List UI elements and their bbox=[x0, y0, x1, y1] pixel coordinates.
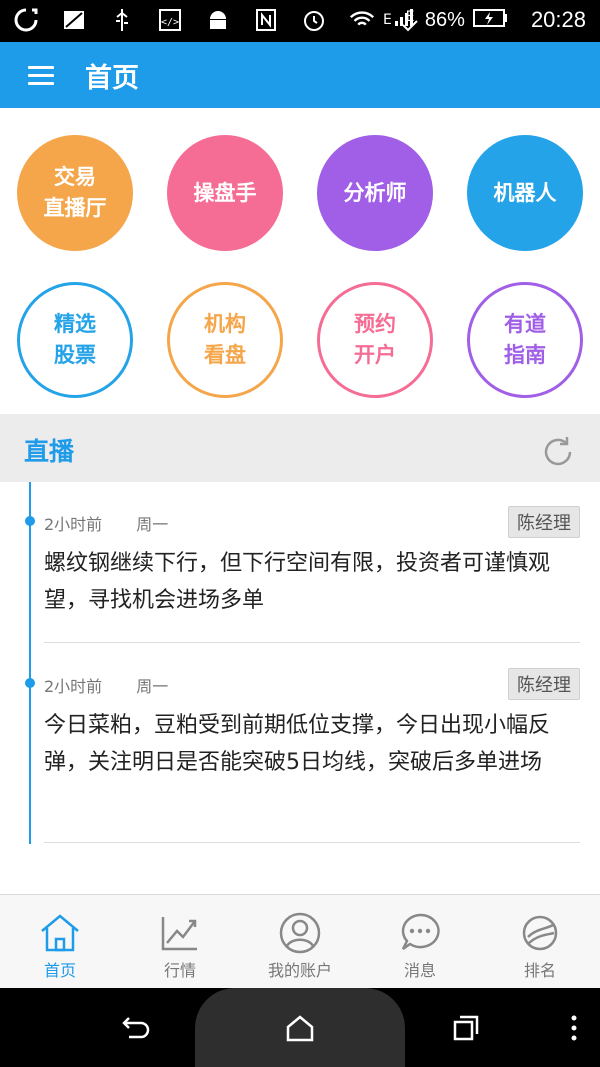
grid-item-label: 操盘手 bbox=[193, 180, 257, 205]
back-button[interactable] bbox=[112, 1006, 156, 1050]
menu-icon-line bbox=[28, 74, 54, 77]
live-section-title: 直播 bbox=[24, 437, 75, 466]
menu-button[interactable] bbox=[24, 60, 58, 90]
status-bar: </> E E 86% 20:28 bbox=[0, 0, 600, 42]
grid-item-label: 交易 直播厅 bbox=[43, 165, 107, 220]
timeline-dot bbox=[25, 678, 35, 688]
nfc-icon bbox=[252, 6, 280, 34]
grid-item-label: 预约 开户 bbox=[354, 312, 396, 367]
menu-icon-line bbox=[28, 82, 54, 85]
grid-item-selected-stocks[interactable]: 精选 股票 bbox=[17, 282, 133, 398]
nav-account[interactable]: 我的账户 bbox=[240, 895, 360, 988]
nav-market[interactable]: 行情 bbox=[120, 895, 240, 988]
wifi-icon bbox=[348, 6, 376, 34]
post-content: 今日菜粕，豆粕受到前期低位支撑，今日出现小幅反弹，关注明日是否能突破5日均线，突… bbox=[44, 713, 551, 775]
post-content: 螺纹钢继续下行，但下行空间有限，投资者可谨慎观望，寻找机会进场多单 bbox=[44, 551, 551, 613]
feature-grid: 交易 直播厅 操盘手 分析师 机器人 精选 股票 机构 看盘 预约 开户 有道 指南 bbox=[0, 108, 600, 414]
status-icons-right: E 86% 20:28 bbox=[383, 6, 586, 34]
divider bbox=[44, 642, 580, 643]
menu-icon-line bbox=[28, 66, 54, 69]
author-badge: 陈经理 bbox=[508, 668, 580, 700]
post-meta: 2小时前 周一 bbox=[44, 673, 168, 697]
grid-item-trader[interactable]: 操盘手 bbox=[167, 135, 283, 251]
grid-item-label: 分析师 bbox=[343, 180, 407, 205]
more-options-button[interactable] bbox=[552, 1006, 596, 1050]
list-item[interactable]: 2小时前 周一 陈经理 今日菜粕，豆粕受到前期低位支撑，今日出现小幅反弹，关注明日… bbox=[0, 644, 600, 844]
nav-label: 首页 bbox=[43, 961, 76, 980]
signal-icon: E bbox=[383, 6, 417, 34]
user-icon bbox=[278, 911, 322, 955]
nav-label: 我的账户 bbox=[267, 961, 332, 980]
author-badge: 陈经理 bbox=[508, 506, 580, 538]
home-icon bbox=[38, 911, 82, 955]
grid-item-analyst[interactable]: 分析师 bbox=[317, 135, 433, 251]
grid-item-label: 精选 股票 bbox=[54, 312, 96, 367]
developer-icon: </> bbox=[156, 6, 184, 34]
post-time: 2小时前 bbox=[44, 677, 103, 696]
post-meta: 2小时前 周一 bbox=[44, 511, 168, 535]
battery-icon bbox=[472, 8, 509, 32]
home-button[interactable] bbox=[278, 1006, 322, 1050]
post-time: 2小时前 bbox=[44, 515, 103, 534]
alarm-icon bbox=[300, 6, 328, 34]
nav-messages[interactable]: 消息 bbox=[360, 895, 480, 988]
usb-icon bbox=[108, 6, 136, 34]
live-feed: 2小时前 周一 陈经理 螺纹钢继续下行，但下行空间有限，投资者可谨慎观望，寻找机会… bbox=[0, 482, 600, 894]
page-title: 首页 bbox=[85, 63, 139, 94]
timeline-dot bbox=[25, 516, 35, 526]
recents-button[interactable] bbox=[444, 1006, 488, 1050]
grid-item-label: 机构 看盘 bbox=[204, 312, 246, 367]
system-nav-bar bbox=[0, 988, 600, 1067]
refresh-icon[interactable] bbox=[540, 434, 576, 470]
list-item[interactable]: 2小时前 周一 陈经理 螺纹钢继续下行，但下行空间有限，投资者可谨慎观望，寻找机会… bbox=[0, 482, 600, 644]
battery-percent: 86% bbox=[424, 8, 465, 31]
game-icon bbox=[60, 6, 88, 34]
grid-item-robot[interactable]: 机器人 bbox=[467, 135, 583, 251]
nav-label: 排名 bbox=[523, 961, 556, 980]
status-icons-left: </> E bbox=[12, 6, 424, 34]
bottom-nav: 首页 行情 我的账户 消息 排名 bbox=[0, 894, 600, 988]
grid-item-label: 机器人 bbox=[493, 180, 557, 205]
clock: 20:28 bbox=[530, 7, 586, 32]
grid-item-label: 有道 指南 bbox=[504, 312, 546, 367]
svg-text:</>: </> bbox=[161, 17, 179, 28]
divider bbox=[44, 842, 580, 843]
chart-icon bbox=[158, 911, 202, 955]
grid-item-trading-live[interactable]: 交易 直播厅 bbox=[17, 135, 133, 251]
ranking-icon bbox=[518, 911, 562, 955]
android-icon bbox=[204, 6, 232, 34]
live-section-header: 直播 bbox=[0, 414, 600, 482]
nav-ranking[interactable]: 排名 bbox=[480, 895, 600, 988]
app-bar: 首页 bbox=[0, 42, 600, 108]
grid-item-institution-watch[interactable]: 机构 看盘 bbox=[167, 282, 283, 398]
grid-item-guide[interactable]: 有道 指南 bbox=[467, 282, 583, 398]
svg-text:E: E bbox=[383, 12, 392, 28]
post-day: 周一 bbox=[136, 515, 169, 534]
post-day: 周一 bbox=[136, 677, 169, 696]
grid-item-open-account[interactable]: 预约 开户 bbox=[317, 282, 433, 398]
nav-label: 消息 bbox=[403, 961, 436, 980]
nav-home[interactable]: 首页 bbox=[0, 895, 120, 988]
sync-icon bbox=[12, 6, 40, 34]
nav-label: 行情 bbox=[163, 961, 196, 980]
message-icon bbox=[398, 911, 442, 955]
